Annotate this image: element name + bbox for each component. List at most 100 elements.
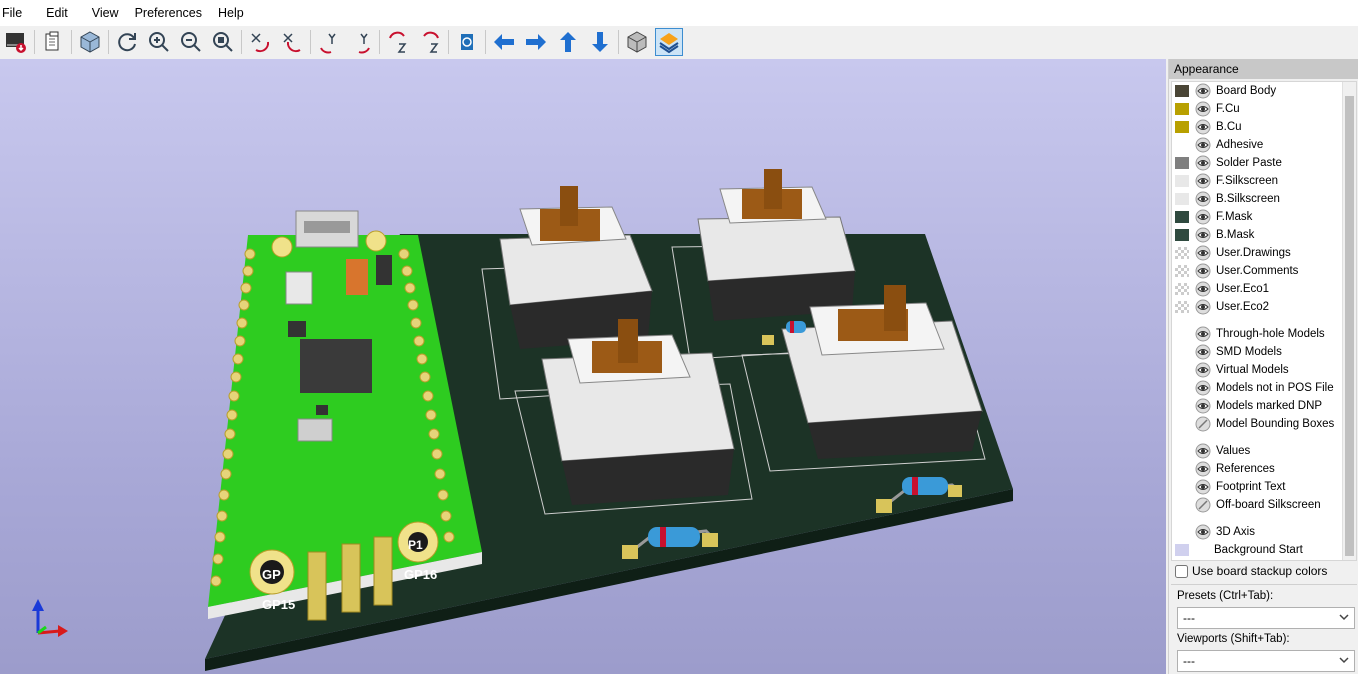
eye-icon[interactable] [1195, 227, 1211, 243]
color-swatch[interactable] [1175, 139, 1189, 151]
menu-file[interactable]: File [2, 0, 30, 26]
color-swatch[interactable] [1175, 445, 1189, 457]
color-swatch[interactable] [1175, 211, 1189, 223]
eye-icon[interactable] [1195, 524, 1211, 540]
eye-icon[interactable] [1195, 443, 1211, 459]
layer-row-user-drawings[interactable]: User.Drawings [1175, 244, 1291, 262]
color-swatch[interactable] [1175, 382, 1189, 394]
stackup-option[interactable]: Use board stackup colors [1175, 564, 1327, 578]
layer-row-b-cu[interactable]: B.Cu [1175, 118, 1242, 136]
zoom-fit-icon[interactable] [209, 28, 237, 56]
refresh-icon[interactable] [113, 28, 141, 56]
visibility-off-icon[interactable] [1195, 497, 1211, 513]
rotate-z-cw-icon[interactable] [384, 28, 412, 56]
eye-icon[interactable] [1195, 263, 1211, 279]
layer-row-user-comments[interactable]: User.Comments [1175, 262, 1298, 280]
eye-icon[interactable] [1195, 101, 1211, 117]
view3d-icon[interactable] [76, 28, 104, 56]
zoom-out-icon[interactable] [177, 28, 205, 56]
flip-board-icon[interactable] [453, 28, 481, 56]
pan-left-icon[interactable] [490, 28, 518, 56]
color-swatch[interactable] [1175, 193, 1189, 205]
eye-icon[interactable] [1195, 479, 1211, 495]
eye-icon[interactable] [1195, 299, 1211, 315]
layers-toggle-icon[interactable] [655, 28, 683, 56]
layer-row-footprint-text[interactable]: Footprint Text [1175, 478, 1285, 496]
pan-right-icon[interactable] [522, 28, 550, 56]
presets-combo[interactable]: --- [1177, 607, 1355, 629]
stackup-checkbox[interactable] [1175, 564, 1188, 578]
eye-icon[interactable] [1195, 344, 1211, 360]
layer-row-f-cu[interactable]: F.Cu [1175, 100, 1240, 118]
layer-row-3d-axis[interactable]: 3D Axis [1175, 523, 1255, 541]
scrollbar[interactable] [1342, 82, 1356, 560]
layer-row-solder-paste[interactable]: Solder Paste [1175, 154, 1282, 172]
eye-icon[interactable] [1195, 137, 1211, 153]
layer-row-b-mask[interactable]: B.Mask [1175, 226, 1254, 244]
rotate-y-ccw-icon[interactable] [347, 28, 375, 56]
layer-row-user-eco2[interactable]: User.Eco2 [1175, 298, 1269, 316]
layer-row-through-hole-models[interactable]: Through-hole Models [1175, 325, 1325, 343]
color-swatch[interactable] [1175, 85, 1189, 97]
menu-edit[interactable]: Edit [46, 0, 76, 26]
layer-row-references[interactable]: References [1175, 460, 1275, 478]
rotate-x-ccw-icon[interactable] [278, 28, 306, 56]
layer-row-off-board-silkscreen[interactable]: Off-board Silkscreen [1175, 496, 1321, 514]
layer-row-model-bounding-boxes[interactable]: Model Bounding Boxes [1175, 415, 1334, 433]
color-swatch[interactable] [1175, 229, 1189, 241]
render-icon[interactable] [2, 28, 30, 56]
color-swatch[interactable] [1175, 544, 1189, 556]
color-swatch[interactable] [1175, 526, 1189, 538]
eye-icon[interactable] [1195, 461, 1211, 477]
visibility-off-icon[interactable] [1195, 416, 1211, 432]
eye-icon[interactable] [1195, 245, 1211, 261]
layer-row-background-start[interactable]: Background Start [1175, 541, 1303, 559]
ortho-icon[interactable] [623, 28, 651, 56]
pan-down-icon[interactable] [586, 28, 614, 56]
rotate-z-ccw-icon[interactable] [416, 28, 444, 56]
layer-row-f-mask[interactable]: F.Mask [1175, 208, 1252, 226]
layer-row-user-eco1[interactable]: User.Eco1 [1175, 280, 1269, 298]
layer-row-smd-models[interactable]: SMD Models [1175, 343, 1282, 361]
eye-icon[interactable] [1195, 155, 1211, 171]
menu-help[interactable]: Help [218, 0, 252, 26]
scroll-thumb[interactable] [1345, 96, 1354, 556]
eye-icon[interactable] [1195, 191, 1211, 207]
3d-viewport[interactable]: GP P1 GP15 GP16 [0, 59, 1166, 674]
color-swatch[interactable] [1175, 103, 1189, 115]
color-swatch[interactable] [1175, 418, 1189, 430]
color-swatch[interactable] [1175, 499, 1189, 511]
color-swatch[interactable] [1175, 400, 1189, 412]
rotate-y-cw-icon[interactable] [315, 28, 343, 56]
eye-icon[interactable] [1195, 119, 1211, 135]
color-swatch[interactable] [1175, 157, 1189, 169]
eye-icon[interactable] [1195, 209, 1211, 225]
color-swatch[interactable] [1175, 283, 1189, 295]
eye-icon[interactable] [1195, 83, 1211, 99]
color-swatch[interactable] [1175, 175, 1189, 187]
zoom-in-icon[interactable] [145, 28, 173, 56]
color-swatch[interactable] [1175, 121, 1189, 133]
menu-view[interactable]: View [92, 0, 127, 26]
eye-icon[interactable] [1195, 398, 1211, 414]
eye-icon[interactable] [1195, 362, 1211, 378]
rotate-x-cw-icon[interactable] [246, 28, 274, 56]
layer-row-b-silkscreen[interactable]: B.Silkscreen [1175, 190, 1280, 208]
viewports-combo[interactable]: --- [1177, 650, 1355, 672]
color-swatch[interactable] [1175, 346, 1189, 358]
layer-row-board-body[interactable]: Board Body [1175, 82, 1276, 100]
eye-icon[interactable] [1195, 326, 1211, 342]
eye-icon[interactable] [1195, 173, 1211, 189]
eye-icon[interactable] [1195, 281, 1211, 297]
layer-row-f-silkscreen[interactable]: F.Silkscreen [1175, 172, 1278, 190]
color-swatch[interactable] [1175, 247, 1189, 259]
color-swatch[interactable] [1175, 463, 1189, 475]
layer-row-values[interactable]: Values [1175, 442, 1250, 460]
eye-icon[interactable] [1195, 380, 1211, 396]
pan-up-icon[interactable] [554, 28, 582, 56]
layer-row-virtual-models[interactable]: Virtual Models [1175, 361, 1289, 379]
color-swatch[interactable] [1175, 481, 1189, 493]
color-swatch[interactable] [1175, 364, 1189, 376]
color-swatch[interactable] [1175, 265, 1189, 277]
menu-preferences[interactable]: Preferences [135, 0, 210, 26]
